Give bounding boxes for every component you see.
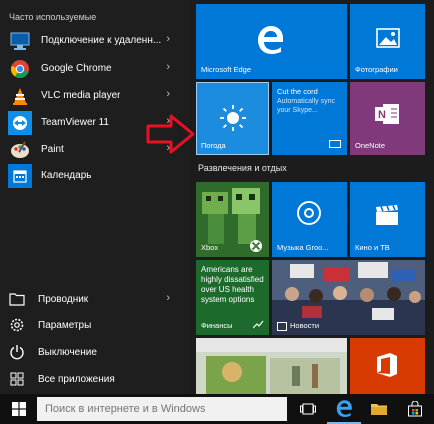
app-item-remote-desktop[interactable]: Подключение к удаленн... › [8, 28, 184, 53]
tile-news[interactable]: Новости [272, 260, 425, 335]
store-bag-icon [408, 401, 422, 417]
paint-icon [8, 138, 32, 162]
tile-label: Финансы [201, 321, 233, 330]
app-item-vlc[interactable]: VLC media player › [8, 83, 184, 108]
edge-icon [336, 400, 352, 417]
start-menu-window: Часто используемые Подключение к удаленн… [0, 0, 434, 424]
sidebar-item-power[interactable]: Выключение [8, 341, 184, 363]
calendar-icon [8, 163, 32, 188]
groove-music-icon [297, 201, 321, 225]
office-icon [377, 353, 397, 377]
sidebar-item-settings[interactable]: Параметры [8, 314, 184, 336]
chevron-right-icon[interactable]: › [166, 88, 170, 100]
app-label: VLC media player [41, 90, 121, 101]
tile-groove-music[interactable]: Музыка Groo... [272, 182, 347, 257]
tile-finance[interactable]: Americans are highly dissatisfied over U… [196, 260, 269, 335]
skype-tile-title: Cut the cord [277, 87, 318, 96]
folder-icon [8, 290, 26, 308]
tile-group-title: Развлечения и отдых [198, 163, 287, 173]
edge-icon [258, 26, 283, 54]
tile-label: Microsoft Edge [201, 65, 252, 74]
sidebar-item-all-apps[interactable]: Все приложения [8, 368, 184, 390]
start-button[interactable] [2, 394, 36, 424]
gear-icon [8, 316, 26, 334]
tile-xbox[interactable]: Xbox [196, 182, 269, 257]
chart-trend-icon [253, 320, 264, 329]
chevron-right-icon[interactable]: › [166, 33, 170, 45]
finance-headline: Americans are highly dissatisfied over U… [201, 265, 264, 304]
power-icon [8, 343, 26, 361]
app-label: Подключение к удаленн... [41, 35, 162, 46]
all-apps-icon [8, 370, 26, 388]
tile-store-game[interactable] [196, 338, 347, 394]
sidebar-item-label: Параметры [38, 319, 92, 331]
onenote-icon: N [375, 104, 399, 124]
tile-weather[interactable]: Погода [196, 82, 269, 155]
tile-skype-cut-the-cord[interactable]: Cut the cord Automatically sync your Sky… [272, 82, 347, 155]
red-arrow-icon [146, 114, 195, 154]
tile-label: Погода [201, 141, 226, 150]
folder-icon [371, 404, 387, 415]
teamviewer-icon [8, 110, 32, 135]
svg-text:N: N [378, 109, 386, 121]
tile-label: OneNote [355, 141, 386, 150]
tile-label: Xbox [201, 243, 219, 252]
app-item-calendar[interactable]: Календарь [8, 163, 184, 188]
taskbar-explorer-button[interactable] [362, 394, 396, 424]
game-image [196, 338, 347, 394]
app-item-google-chrome[interactable]: Google Chrome › [8, 56, 184, 81]
app-label: TeamViewer 11 [41, 117, 109, 128]
sun-icon [220, 105, 246, 131]
tile-movies-tv[interactable]: Кино и ТВ [350, 182, 425, 257]
task-view-icon [300, 403, 316, 415]
tile-office[interactable] [350, 338, 425, 394]
task-view-button[interactable] [291, 394, 325, 424]
sidebar-item-label: Все приложения [38, 373, 115, 385]
xbox-icon [250, 240, 262, 252]
tile-label: Новости [290, 321, 320, 330]
tile-onenote[interactable]: N OneNote [350, 82, 425, 155]
sidebar-item-label: Выключение [38, 346, 97, 358]
tile-photos[interactable]: Фотографии [350, 4, 425, 79]
tile-label: Кино и ТВ [355, 243, 390, 252]
sidebar-item-explorer[interactable]: Проводник › [8, 288, 184, 310]
remote-desktop-icon [8, 29, 32, 53]
most-used-heading: Часто используемые [9, 12, 97, 22]
sidebar-item-label: Проводник [38, 293, 89, 305]
skype-tile-text: Automatically sync your Skype... [277, 98, 335, 114]
app-label: Google Chrome [41, 63, 112, 74]
start-menu-left-pane: Часто используемые Подключение к удаленн… [0, 0, 190, 394]
app-label: Календарь [41, 170, 92, 181]
taskbar [0, 394, 434, 424]
vlc-icon [8, 84, 32, 108]
news-icon [277, 322, 287, 331]
tile-label: Фотографии [355, 65, 398, 74]
chevron-right-icon[interactable]: › [166, 292, 170, 304]
taskbar-edge-button[interactable] [327, 394, 361, 424]
windows-logo-icon [12, 402, 26, 416]
search-input[interactable] [37, 397, 287, 421]
tile-microsoft-edge[interactable]: Microsoft Edge [196, 4, 347, 79]
photos-icon [376, 28, 400, 48]
message-icon [329, 140, 341, 148]
app-label: Paint [41, 144, 64, 155]
chevron-right-icon[interactable]: › [166, 61, 170, 73]
film-clapper-icon [376, 205, 398, 225]
chrome-icon [8, 57, 32, 81]
taskbar-store-button[interactable] [398, 394, 432, 424]
tile-label: Музыка Groo... [277, 243, 329, 252]
